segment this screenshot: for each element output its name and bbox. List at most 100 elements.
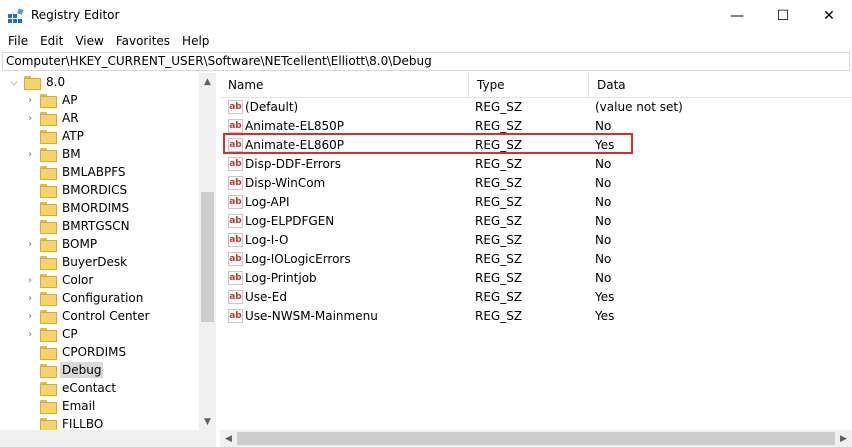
chevron-right-icon[interactable]: ›: [24, 235, 36, 253]
value-data: No: [595, 176, 612, 190]
chevron-right-icon[interactable]: ›: [24, 145, 36, 163]
value-data: Yes: [595, 309, 615, 323]
title-bar: Registry Editor — ☐ ✕: [0, 0, 852, 31]
tree-node[interactable]: BMORDICS: [24, 181, 129, 199]
tree-node[interactable]: BMLABPFS: [24, 163, 128, 181]
tree-node[interactable]: BMRTGSCN: [24, 217, 132, 235]
tree-node[interactable]: › BM: [24, 145, 83, 163]
close-button[interactable]: ✕: [806, 0, 852, 31]
value-data: Yes: [595, 138, 615, 152]
tree-node[interactable]: Debug: [24, 361, 104, 379]
tree-node[interactable]: › AP: [24, 91, 79, 109]
value-row[interactable]: ab Animate-EL860P REG_SZ Yes: [220, 136, 852, 155]
tree-node[interactable]: BuyerDesk: [24, 253, 129, 271]
value-data: No: [595, 214, 612, 228]
tree-node-label: BMORDICS: [62, 183, 128, 197]
value-type: REG_SZ: [475, 271, 523, 285]
value-row[interactable]: ab Use-NWSM-Mainmenu REG_SZ Yes: [220, 307, 852, 326]
menu-file[interactable]: File: [2, 31, 34, 51]
column-header-name[interactable]: Name: [220, 73, 469, 98]
menu-edit[interactable]: Edit: [34, 31, 69, 51]
values-horizontal-scrollbar[interactable]: ◀ ▶: [220, 430, 852, 447]
value-type: REG_SZ: [475, 214, 523, 228]
value-type: REG_SZ: [475, 176, 523, 190]
menu-bar: File Edit View Favorites Help: [0, 31, 852, 51]
value-row[interactable]: ab Disp-WinCom REG_SZ No: [220, 174, 852, 193]
value-name: Disp-WinCom: [245, 176, 326, 190]
tree-node-label: AP: [62, 93, 78, 107]
scroll-right-arrow-icon[interactable]: ▶: [835, 430, 852, 447]
scroll-down-arrow-icon[interactable]: ▼: [199, 413, 216, 430]
value-type: REG_SZ: [475, 119, 523, 133]
chevron-right-icon[interactable]: ›: [24, 325, 36, 343]
scrollbar-thumb[interactable]: [237, 432, 835, 445]
scrollbar-thumb[interactable]: [201, 192, 214, 322]
folder-icon: [40, 148, 57, 162]
chevron-right-icon[interactable]: ›: [24, 91, 36, 109]
chevron-right-icon[interactable]: ›: [24, 307, 36, 325]
folder-icon: [40, 220, 57, 234]
tree-node-label: eContact: [62, 381, 117, 395]
tree-node[interactable]: › AR: [24, 109, 81, 127]
tree-node-label: BuyerDesk: [62, 255, 128, 269]
folder-icon: [40, 292, 57, 306]
tree-node[interactable]: › Color: [24, 271, 95, 289]
tree-node-root[interactable]: ⌵ 8.0: [8, 73, 67, 91]
value-row[interactable]: ab (Default) REG_SZ (value not set): [220, 98, 852, 117]
value-row[interactable]: ab Disp-DDF-Errors REG_SZ No: [220, 155, 852, 174]
value-data: No: [595, 252, 612, 266]
tree-node[interactable]: BMORDIMS: [24, 199, 131, 217]
chevron-right-icon[interactable]: ›: [24, 289, 36, 307]
menu-view[interactable]: View: [69, 31, 109, 51]
column-header-data[interactable]: Data: [589, 73, 852, 98]
tree-node[interactable]: › Control Center: [24, 307, 152, 325]
value-row[interactable]: ab Animate-EL850P REG_SZ No: [220, 117, 852, 136]
value-row[interactable]: ab Log-ELPDFGEN REG_SZ No: [220, 212, 852, 231]
tree-horizontal-scrollbar[interactable]: [0, 430, 216, 447]
value-row[interactable]: ab Log-IOLogicErrors REG_SZ No: [220, 250, 852, 269]
tree-node-label: AR: [62, 111, 79, 125]
tree-node[interactable]: › Configuration: [24, 289, 145, 307]
tree-node[interactable]: CPORDIMS: [24, 343, 128, 361]
value-type: REG_SZ: [475, 233, 523, 247]
value-name: Log-API: [245, 195, 290, 209]
value-type: REG_SZ: [475, 157, 523, 171]
value-row[interactable]: ab Use-Ed REG_SZ Yes: [220, 288, 852, 307]
value-name: Log-I-O: [245, 233, 289, 247]
string-value-icon: ab: [228, 119, 243, 133]
value-row[interactable]: ab Log-Printjob REG_SZ No: [220, 269, 852, 288]
tree-vertical-scrollbar[interactable]: ▲ ▼: [199, 73, 216, 430]
minimize-button[interactable]: —: [714, 0, 760, 31]
chevron-right-icon[interactable]: ›: [24, 271, 36, 289]
value-name: Log-Printjob: [245, 271, 317, 285]
value-data: No: [595, 157, 612, 171]
registry-editor-icon: [8, 8, 24, 23]
maximize-button[interactable]: ☐: [760, 0, 806, 31]
menu-help[interactable]: Help: [176, 31, 215, 51]
tree-node[interactable]: Email: [24, 397, 97, 415]
string-value-icon: ab: [228, 100, 243, 114]
value-row[interactable]: ab Log-API REG_SZ No: [220, 193, 852, 212]
chevron-right-icon[interactable]: ›: [24, 109, 36, 127]
tree-node-label: Email: [62, 399, 96, 413]
scroll-up-arrow-icon[interactable]: ▲: [199, 73, 216, 90]
tree-node[interactable]: ATP: [24, 127, 86, 145]
tree-node[interactable]: eContact: [24, 379, 118, 397]
value-row[interactable]: ab Log-I-O REG_SZ No: [220, 231, 852, 250]
menu-favorites[interactable]: Favorites: [110, 31, 176, 51]
scroll-left-arrow-icon[interactable]: ◀: [220, 430, 237, 447]
tree-node[interactable]: › BOMP: [24, 235, 99, 253]
value-name: (Default): [245, 100, 299, 114]
folder-icon: [40, 184, 57, 198]
tree-node[interactable]: › CP: [24, 325, 80, 343]
column-header-type[interactable]: Type: [469, 73, 589, 98]
chevron-down-icon[interactable]: ⌵: [8, 73, 20, 91]
values-list-pane: Name Type Data ab (Default) REG_SZ (value n…: [220, 73, 852, 447]
address-bar[interactable]: Computer\HKEY_CURRENT_USER\Software\NETc…: [2, 52, 850, 71]
